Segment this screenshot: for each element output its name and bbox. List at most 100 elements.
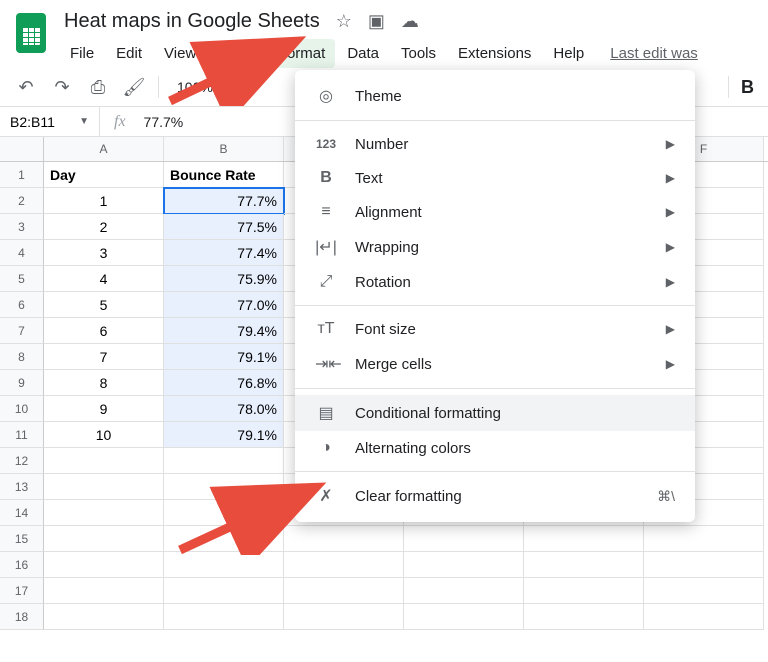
cell[interactable]: 4 xyxy=(44,266,164,292)
row-header[interactable]: 5 xyxy=(0,266,44,292)
cell[interactable]: 77.4% xyxy=(164,240,284,266)
cell[interactable]: 8 xyxy=(44,370,164,396)
select-all-corner[interactable] xyxy=(0,137,44,161)
menu-fontsize[interactable]: тTFont size▶ xyxy=(295,312,695,346)
star-icon[interactable]: ☆ xyxy=(336,11,352,32)
row-header[interactable]: 18 xyxy=(0,604,44,630)
cell[interactable]: Bounce Rate xyxy=(164,162,284,188)
print-icon[interactable]: ⎙ xyxy=(86,77,110,98)
cell[interactable] xyxy=(44,474,164,500)
cell[interactable] xyxy=(44,604,164,630)
cell[interactable] xyxy=(164,604,284,630)
cell[interactable]: 5 xyxy=(44,292,164,318)
cell[interactable]: 77.0% xyxy=(164,292,284,318)
cell[interactable] xyxy=(44,578,164,604)
menu-text[interactable]: BText▶ xyxy=(295,161,695,195)
menu-clear-formatting[interactable]: ✗Clear formatting⌘\ xyxy=(295,478,695,514)
document-title[interactable]: Heat maps in Google Sheets xyxy=(60,8,324,35)
row-header[interactable]: 17 xyxy=(0,578,44,604)
cell[interactable]: 10 xyxy=(44,422,164,448)
redo-icon[interactable]: ↷ xyxy=(50,77,74,98)
cell[interactable] xyxy=(404,526,524,552)
menu-theme[interactable]: ◎Theme xyxy=(295,78,695,114)
row-header[interactable]: 7 xyxy=(0,318,44,344)
cell[interactable]: 79.1% xyxy=(164,422,284,448)
row-header[interactable]: 11 xyxy=(0,422,44,448)
menu-tools[interactable]: Tools xyxy=(391,39,446,68)
cell[interactable] xyxy=(44,500,164,526)
cell[interactable]: 78.0% xyxy=(164,396,284,422)
cell[interactable] xyxy=(44,448,164,474)
cell[interactable] xyxy=(524,578,644,604)
cloud-icon[interactable]: ☁ xyxy=(401,11,419,32)
row-header[interactable]: 10 xyxy=(0,396,44,422)
sheets-logo-icon[interactable] xyxy=(12,8,50,58)
menu-data[interactable]: Data xyxy=(337,39,389,68)
cell[interactable]: 1 xyxy=(44,188,164,214)
cell[interactable]: 75.9% xyxy=(164,266,284,292)
cell[interactable] xyxy=(644,604,764,630)
cell[interactable]: 79.1% xyxy=(164,344,284,370)
cell[interactable]: 6 xyxy=(44,318,164,344)
undo-icon[interactable]: ↶ xyxy=(14,77,38,98)
row-header[interactable]: 13 xyxy=(0,474,44,500)
row-header[interactable]: 8 xyxy=(0,344,44,370)
cell[interactable] xyxy=(524,552,644,578)
cell[interactable]: Day xyxy=(44,162,164,188)
cell[interactable] xyxy=(644,578,764,604)
last-edit-link[interactable]: Last edit was xyxy=(610,39,698,68)
cell[interactable]: 76.8% xyxy=(164,370,284,396)
menu-edit[interactable]: Edit xyxy=(106,39,152,68)
cell[interactable] xyxy=(404,604,524,630)
alignment-icon: ≡ xyxy=(315,203,337,221)
row-header[interactable]: 4 xyxy=(0,240,44,266)
menu-mergecells[interactable]: ⇥⇤Merge cells▶ xyxy=(295,346,695,382)
row-header[interactable]: 6 xyxy=(0,292,44,318)
col-header[interactable]: B xyxy=(164,137,284,161)
menu-file[interactable]: File xyxy=(60,39,104,68)
paint-format-icon[interactable]: 🖌 xyxy=(122,77,146,98)
cell[interactable]: 9 xyxy=(44,396,164,422)
cell[interactable]: 2 xyxy=(44,214,164,240)
cell[interactable] xyxy=(44,526,164,552)
cell[interactable] xyxy=(44,552,164,578)
cell[interactable] xyxy=(404,552,524,578)
row-header[interactable]: 2 xyxy=(0,188,44,214)
row-header[interactable]: 16 xyxy=(0,552,44,578)
cell[interactable]: 7 xyxy=(44,344,164,370)
cell[interactable] xyxy=(644,526,764,552)
cell[interactable] xyxy=(284,552,404,578)
cell[interactable] xyxy=(164,578,284,604)
theme-icon: ◎ xyxy=(315,86,337,106)
move-icon[interactable]: ▣ xyxy=(368,11,385,32)
cell[interactable]: 79.4% xyxy=(164,318,284,344)
menu-extensions[interactable]: Extensions xyxy=(448,39,541,68)
row-header[interactable]: 1 xyxy=(0,162,44,188)
cell[interactable] xyxy=(284,578,404,604)
menu-help[interactable]: Help xyxy=(543,39,594,68)
menu-alternating-colors[interactable]: ◑Alternating colors xyxy=(295,431,695,465)
row-header[interactable]: 9 xyxy=(0,370,44,396)
col-header[interactable]: A xyxy=(44,137,164,161)
bold-button[interactable]: B xyxy=(741,77,754,98)
row-header[interactable]: 15 xyxy=(0,526,44,552)
menu-conditional-formatting[interactable]: ▤Conditional formatting xyxy=(295,395,695,431)
formula-input[interactable]: 77.7% xyxy=(140,114,188,130)
menu-wrapping[interactable]: |↵|Wrapping▶ xyxy=(295,229,695,265)
menu-rotation[interactable]: ⤢Rotation▶ xyxy=(295,265,695,299)
cell[interactable] xyxy=(284,604,404,630)
cell[interactable]: 3 xyxy=(44,240,164,266)
cell[interactable] xyxy=(404,578,524,604)
cell[interactable]: 77.5% xyxy=(164,214,284,240)
cell[interactable] xyxy=(524,526,644,552)
menu-number[interactable]: 123Number▶ xyxy=(295,127,695,161)
cell[interactable] xyxy=(644,552,764,578)
row-header[interactable]: 14 xyxy=(0,500,44,526)
menu-alignment[interactable]: ≡Alignment▶ xyxy=(295,195,695,229)
cell[interactable] xyxy=(524,604,644,630)
row-header[interactable]: 12 xyxy=(0,448,44,474)
row-header[interactable]: 3 xyxy=(0,214,44,240)
cell[interactable]: 77.7% xyxy=(164,188,284,214)
cell[interactable] xyxy=(164,552,284,578)
name-box[interactable]: B2:B11▼ xyxy=(0,107,100,136)
